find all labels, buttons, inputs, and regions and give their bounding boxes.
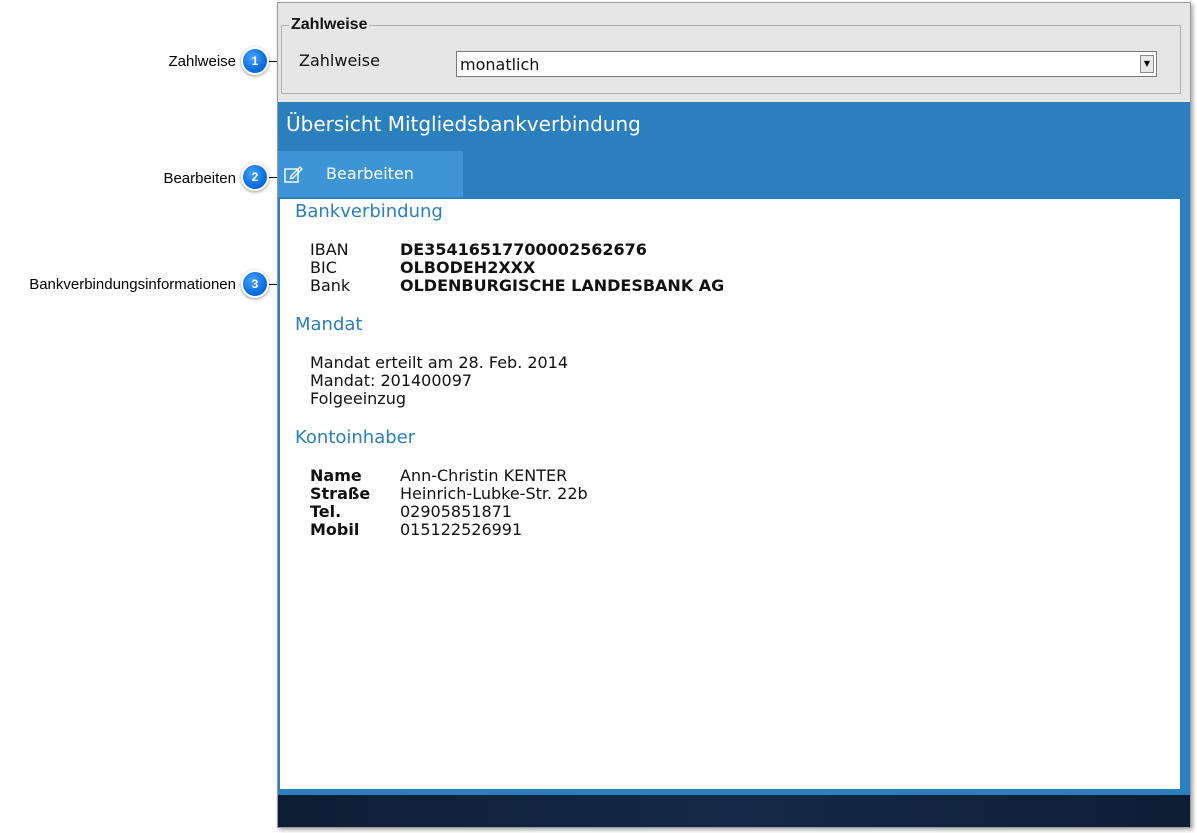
callout-label-zahlweise: Zahlweise <box>168 53 236 70</box>
bank-key: Bank <box>310 276 351 295</box>
mandate-line: Mandat: 201400097 <box>310 371 473 390</box>
section-title-bank: Bankverbindung <box>295 201 443 222</box>
bank-key: BIC <box>310 258 337 277</box>
holder-key: Straße <box>310 484 371 503</box>
callout-label-bankverbindungsinformationen: Bankverbindungsinformationen <box>29 276 236 293</box>
payment-select[interactable]: monatlich ▼ <box>456 51 1157 77</box>
bank-value: OLDENBURGISCHE LANDESBANK AG <box>400 276 725 295</box>
bank-key: IBAN <box>310 240 349 259</box>
app-window: Zahlweise Zahlweise monatlich ▼ Übersich… <box>277 2 1191 828</box>
bank-value: DE35416517700002562676 <box>400 240 647 259</box>
edit-button-label: Bearbeiten <box>326 164 414 183</box>
page-header: Übersicht Mitgliedsbankverbindung <box>278 102 1190 148</box>
callout-badge-3: 3 <box>241 270 269 298</box>
holder-value: 015122526991 <box>400 520 523 539</box>
toolbar: Bearbeiten <box>278 151 1190 197</box>
edit-icon <box>284 166 303 183</box>
mandate-line: Mandat erteilt am 28. Feb. 2014 <box>310 353 569 372</box>
holder-key: Tel. <box>310 502 342 521</box>
holder-value: Heinrich-Lubke-Str. 22b <box>400 484 588 503</box>
page-title: Übersicht Mitgliedsbankverbindung <box>286 112 641 136</box>
edit-button[interactable]: Bearbeiten <box>278 151 463 197</box>
footer-bar <box>278 795 1190 827</box>
callout-badge-2: 2 <box>241 163 269 191</box>
dropdown-arrow-icon[interactable]: ▼ <box>1140 55 1154 73</box>
holder-value: 02905851871 <box>400 502 512 521</box>
holder-key: Mobil <box>310 520 360 539</box>
payment-legend: Zahlweise <box>289 16 370 34</box>
payment-panel: Zahlweise Zahlweise monatlich ▼ <box>278 3 1190 102</box>
details-panel: Bankverbindung IBAN DE354165177000025626… <box>280 199 1180 789</box>
callout-badge-1: 1 <box>241 47 269 75</box>
payment-select-value: monatlich <box>460 55 540 74</box>
mandate-line: Folgeeinzug <box>310 389 406 408</box>
holder-value: Ann-Christin KENTER <box>400 466 568 485</box>
section-title-mandate: Mandat <box>295 314 363 335</box>
section-title-holder: Kontoinhaber <box>295 427 416 448</box>
payment-field-label: Zahlweise <box>299 51 380 70</box>
holder-key: Name <box>310 466 362 485</box>
callout-label-bearbeiten: Bearbeiten <box>163 170 236 187</box>
bank-value: OLBODEH2XXX <box>400 258 536 277</box>
